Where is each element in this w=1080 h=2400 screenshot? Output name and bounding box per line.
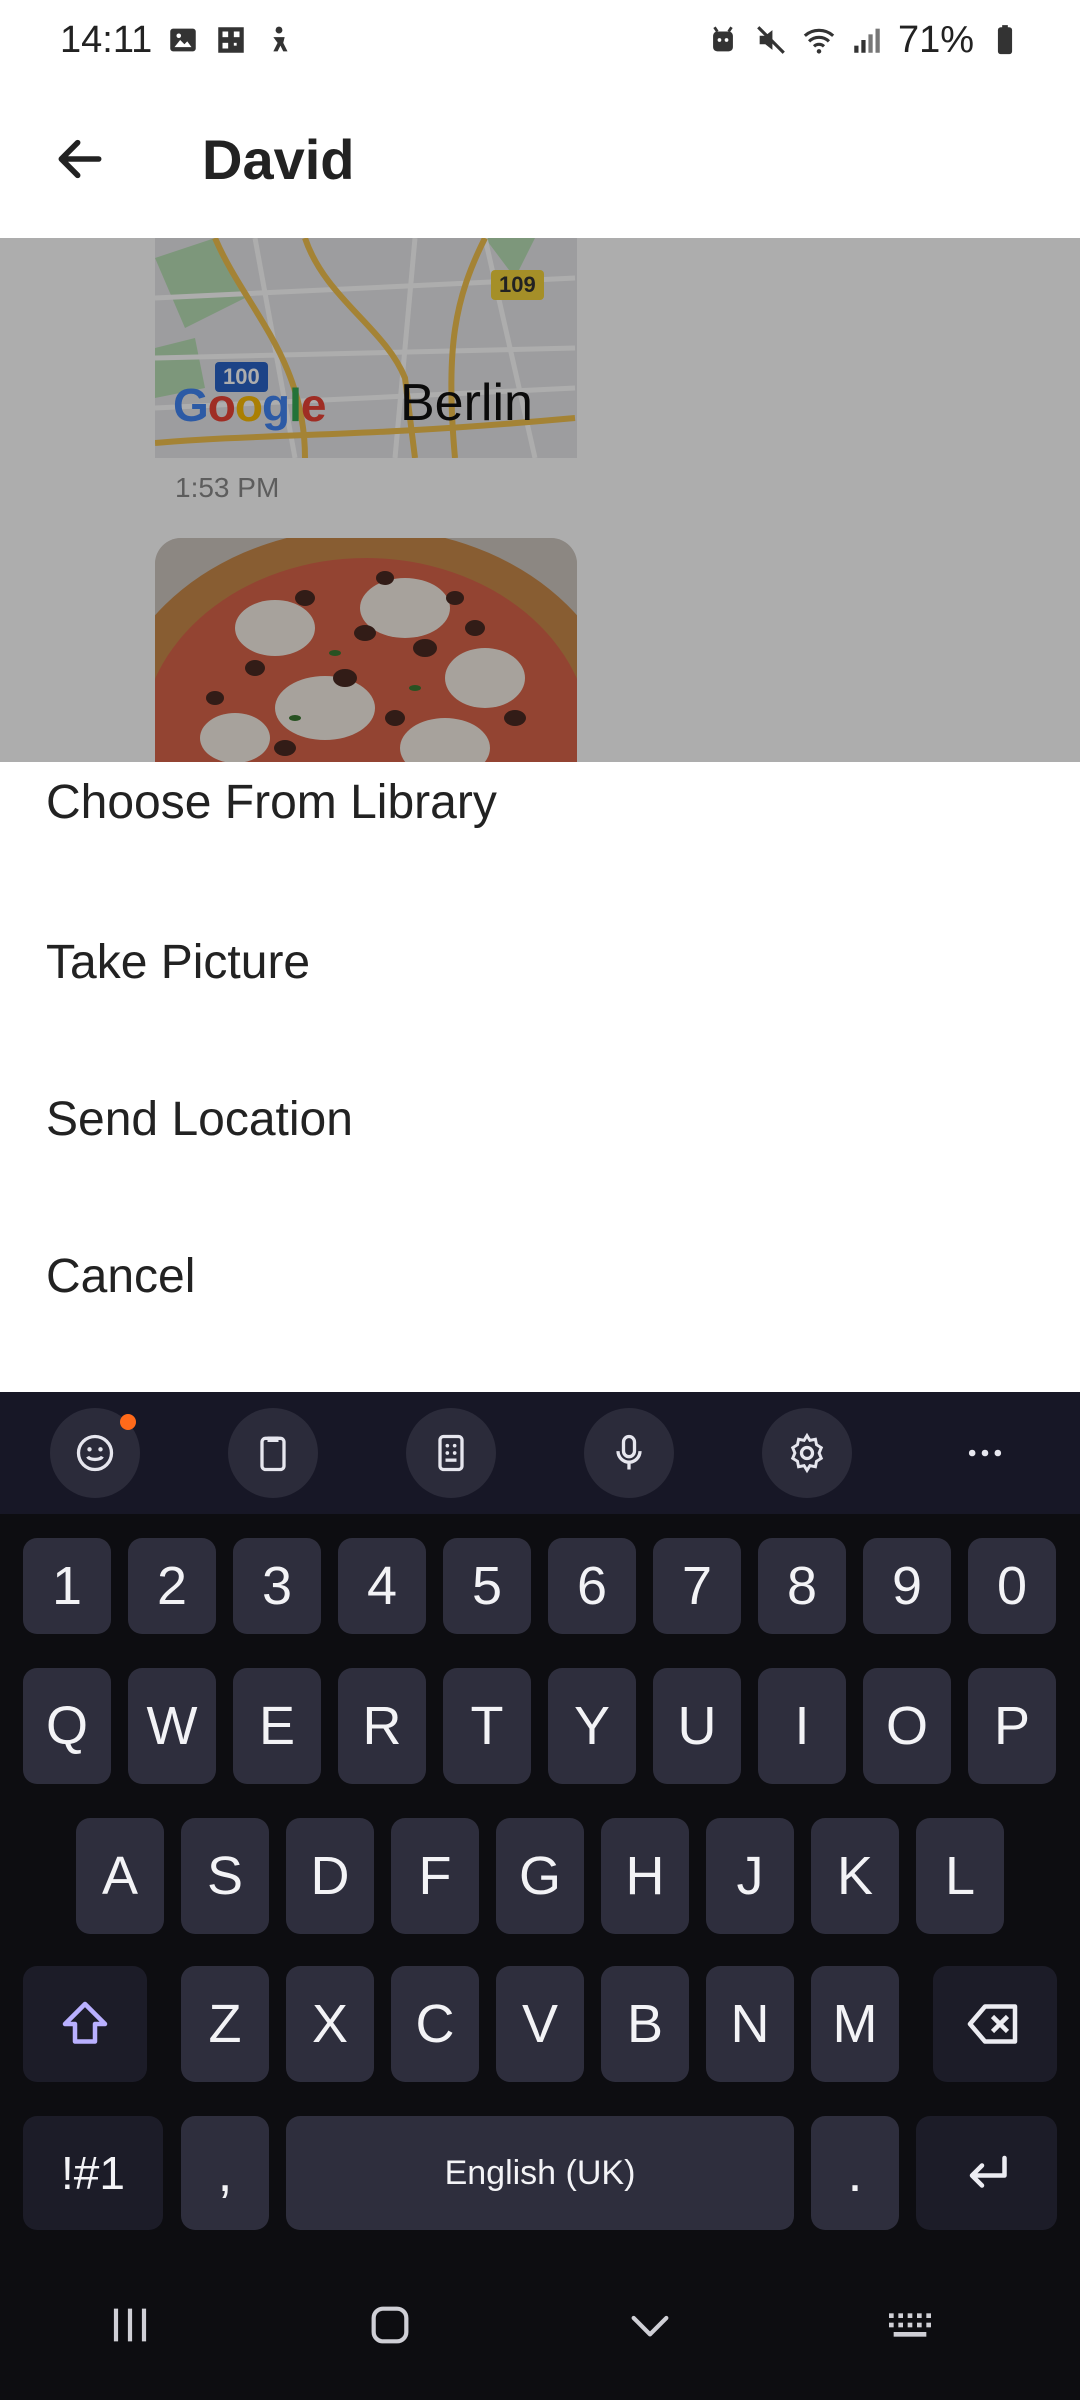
key-u[interactable]: U (653, 1668, 741, 1784)
key-g[interactable]: G (496, 1818, 584, 1934)
key-x[interactable]: X (286, 1966, 374, 2082)
keyboard-toolbar (0, 1392, 1080, 1514)
key-d[interactable]: D (286, 1818, 374, 1934)
status-time: 14:11 (60, 18, 153, 61)
shift-icon (62, 2001, 108, 2044)
keyboard-settings-button[interactable] (762, 1408, 852, 1498)
comma-key[interactable]: , (181, 2116, 269, 2230)
notification-dot (120, 1414, 136, 1430)
key-4[interactable]: 4 (338, 1538, 426, 1634)
key-p[interactable]: P (968, 1668, 1056, 1784)
space-key[interactable]: English (UK) (286, 2116, 794, 2230)
key-z[interactable]: Z (181, 1966, 269, 2082)
key-v[interactable]: V (496, 1966, 584, 2082)
key-c[interactable]: C (391, 1966, 479, 2082)
status-left: 14:11 (60, 19, 296, 62)
key-0[interactable]: 0 (968, 1538, 1056, 1634)
hide-keyboard-button[interactable] (590, 2275, 710, 2375)
shift-key[interactable] (23, 1966, 147, 2082)
key-2[interactable]: 2 (128, 1538, 216, 1634)
app-header: David (0, 80, 1080, 238)
key-r[interactable]: R (338, 1668, 426, 1784)
emoji-button[interactable] (50, 1408, 140, 1498)
accessibility-icon (262, 23, 296, 57)
voice-input-button[interactable] (584, 1408, 674, 1498)
key-k[interactable]: K (811, 1818, 899, 1934)
keyboard: 1 2 3 4 5 6 7 8 9 0 Q W E R T Y U I O P … (0, 1392, 1080, 2250)
home-button[interactable] (330, 2275, 450, 2375)
home-icon (371, 2306, 409, 2344)
recents-icon (113, 2308, 147, 2342)
microphone-icon (616, 1434, 642, 1470)
choose-from-library-option[interactable]: Choose From Library (46, 762, 497, 842)
key-7[interactable]: 7 (653, 1538, 741, 1634)
switch-keyboard-button[interactable] (850, 2275, 970, 2375)
navigation-bar (0, 2250, 1080, 2400)
key-a[interactable]: A (76, 1818, 164, 1934)
key-l[interactable]: L (916, 1818, 1004, 1934)
keypad-button[interactable] (406, 1408, 496, 1498)
mute-icon (754, 23, 788, 57)
key-m[interactable]: M (811, 1966, 899, 2082)
keypad-icon (438, 1434, 464, 1472)
backspace-key[interactable] (933, 1966, 1057, 2082)
key-b[interactable]: B (601, 1966, 689, 2082)
key-9[interactable]: 9 (863, 1538, 951, 1634)
key-1[interactable]: 1 (23, 1538, 111, 1634)
status-bar: 14:11 71% (0, 0, 1080, 80)
key-i[interactable]: I (758, 1668, 846, 1784)
battery-icon (988, 23, 1022, 57)
key-6[interactable]: 6 (548, 1538, 636, 1634)
conversation-title: David (202, 127, 355, 191)
key-n[interactable]: N (706, 1966, 794, 2082)
key-h[interactable]: H (601, 1818, 689, 1934)
more-options-button[interactable] (940, 1408, 1030, 1498)
arrow-left-icon (58, 139, 102, 179)
symbols-key[interactable]: !#1 (23, 2116, 163, 2230)
dim-overlay[interactable] (0, 238, 1080, 762)
enter-key[interactable] (916, 2116, 1057, 2230)
key-q[interactable]: Q (23, 1668, 111, 1784)
period-key[interactable]: . (811, 2116, 899, 2230)
battery-percent: 71% (897, 18, 974, 61)
take-picture-option[interactable]: Take Picture (46, 922, 310, 1002)
recents-button[interactable] (70, 2275, 190, 2375)
key-e[interactable]: E (233, 1668, 321, 1784)
keyboard-icon (889, 2313, 931, 2337)
clipboard-button[interactable] (228, 1408, 318, 1498)
gallery-icon (166, 23, 200, 57)
back-button[interactable] (40, 119, 120, 199)
cancel-option[interactable]: Cancel (46, 1236, 195, 1316)
qr-icon (214, 23, 248, 57)
clipboard-icon (260, 1436, 286, 1472)
send-location-option[interactable]: Send Location (46, 1079, 353, 1159)
backspace-icon (967, 2004, 1018, 2044)
enter-icon (969, 2155, 1007, 2188)
key-f[interactable]: F (391, 1818, 479, 1934)
key-y[interactable]: Y (548, 1668, 636, 1784)
key-o[interactable]: O (863, 1668, 951, 1784)
key-j[interactable]: J (706, 1818, 794, 1934)
status-right: 71% (706, 19, 1022, 62)
signal-icon (850, 23, 884, 57)
key-s[interactable]: S (181, 1818, 269, 1934)
wifi-icon (802, 23, 836, 57)
hide-keyboard-icon (631, 2315, 669, 2337)
emoji-icon (76, 1434, 114, 1472)
settings-icon (790, 1432, 824, 1474)
key-t[interactable]: T (443, 1668, 531, 1784)
key-w[interactable]: W (128, 1668, 216, 1784)
more-icon (968, 1449, 1002, 1457)
key-3[interactable]: 3 (233, 1538, 321, 1634)
key-8[interactable]: 8 (758, 1538, 846, 1634)
android-icon (706, 23, 740, 57)
key-5[interactable]: 5 (443, 1538, 531, 1634)
attachment-action-sheet: Choose From Library Take Picture Send Lo… (0, 762, 1080, 1392)
